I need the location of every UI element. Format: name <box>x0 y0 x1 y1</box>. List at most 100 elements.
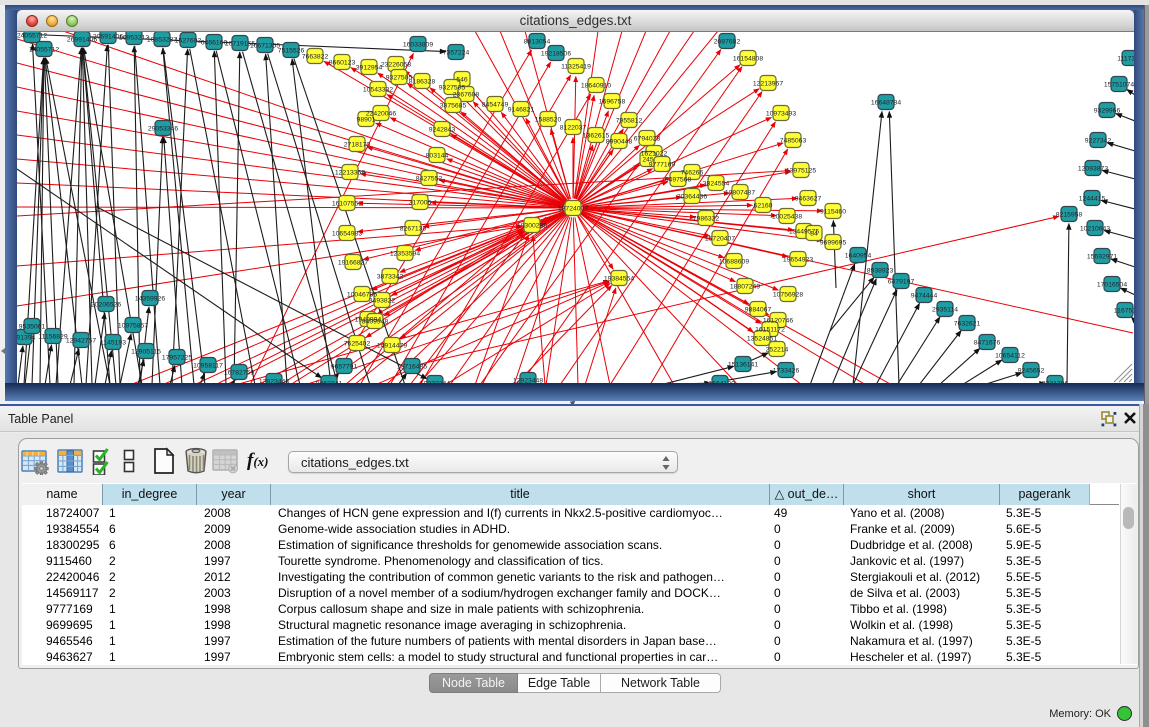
svg-text:9245652: 9245652 <box>1018 367 1045 374</box>
svg-text:8409948: 8409948 <box>362 318 389 325</box>
svg-text:14055712: 14055712 <box>29 46 59 53</box>
svg-text:8454749: 8454749 <box>482 101 509 108</box>
svg-text:7357224: 7357224 <box>443 49 470 56</box>
svg-text:9062341: 9062341 <box>316 380 343 383</box>
svg-text:16953212: 16953212 <box>119 34 149 41</box>
svg-text:8990448: 8990448 <box>606 138 633 145</box>
svg-text:2087682: 2087682 <box>714 38 741 45</box>
svg-text:3875685: 3875685 <box>440 102 467 109</box>
svg-text:9331786: 9331786 <box>1042 380 1069 383</box>
svg-text:8813054: 8813054 <box>524 38 551 45</box>
svg-text:20206526: 20206526 <box>91 301 121 308</box>
svg-text:29053346: 29053346 <box>148 125 178 132</box>
svg-text:10973493: 10973493 <box>766 110 796 117</box>
svg-text:12213967: 12213967 <box>753 80 783 87</box>
svg-text:16107552: 16107552 <box>332 200 362 207</box>
svg-text:16033809: 16033809 <box>403 41 433 48</box>
svg-text:8938923: 8938923 <box>867 267 894 274</box>
svg-text:8122037: 8122037 <box>560 124 587 131</box>
svg-text:62160: 62160 <box>754 202 773 209</box>
svg-text:9884067: 9884067 <box>745 306 772 313</box>
svg-text:10654112: 10654112 <box>995 352 1025 359</box>
svg-text:16120746: 16120746 <box>763 317 793 324</box>
svg-text:15692971: 15692971 <box>1087 253 1117 260</box>
svg-text:15751074: 15751074 <box>1104 81 1134 88</box>
svg-text:13524851: 13524851 <box>747 335 777 342</box>
svg-text:12213369: 12213369 <box>335 169 365 176</box>
svg-text:19384554: 19384554 <box>604 275 634 282</box>
svg-text:12905115: 12905115 <box>131 348 161 355</box>
svg-text:9535061: 9535061 <box>19 323 46 330</box>
svg-text:8660123: 8660123 <box>329 59 356 66</box>
svg-text:15136141: 15136141 <box>728 361 758 368</box>
svg-text:546: 546 <box>456 76 468 83</box>
svg-text:10975857: 10975857 <box>118 322 148 329</box>
svg-text:12353594: 12353594 <box>390 250 420 257</box>
svg-text:7485063: 7485063 <box>780 137 807 144</box>
svg-text:14359926: 14359926 <box>135 295 165 302</box>
svg-text:10756928: 10756928 <box>773 291 803 298</box>
svg-text:19166827: 19166827 <box>338 259 368 266</box>
svg-text:20364436: 20364436 <box>677 193 707 200</box>
svg-text:17016504: 17016504 <box>1097 281 1127 288</box>
svg-text:12923448: 12923448 <box>513 377 543 383</box>
svg-text:8186328: 8186328 <box>409 78 436 85</box>
svg-text:9699695: 9699695 <box>820 239 847 246</box>
svg-text:8215958: 8215958 <box>1056 211 1083 218</box>
svg-text:9115460: 9115460 <box>820 208 846 215</box>
svg-text:9474444: 9474444 <box>911 292 938 299</box>
svg-text:6794028: 6794028 <box>634 135 661 142</box>
svg-text:1640954: 1640954 <box>845 252 872 259</box>
svg-text:11664120: 11664120 <box>705 380 735 383</box>
svg-text:9777169: 9777169 <box>649 161 676 168</box>
svg-text:7625402: 7625402 <box>344 340 371 347</box>
svg-text:7955812: 7955812 <box>616 117 643 124</box>
svg-text:12942757: 12942757 <box>66 337 96 344</box>
svg-text:18807249: 18807249 <box>730 283 760 290</box>
svg-text:6466160: 6466160 <box>201 39 228 46</box>
svg-text:10232244: 10232244 <box>420 380 450 383</box>
svg-text:2935114: 2935114 <box>932 306 958 313</box>
svg-text:7632621: 7632621 <box>954 320 981 327</box>
svg-text:8471676: 8471676 <box>974 339 1001 346</box>
svg-text:10853287: 10853287 <box>147 36 177 43</box>
svg-text:15720407: 15720407 <box>705 235 735 242</box>
svg-text:1588520: 1588520 <box>535 116 562 123</box>
svg-text:9227342: 9227342 <box>1085 137 1112 144</box>
svg-text:98901: 98901 <box>357 116 376 123</box>
svg-text:803144: 803144 <box>426 152 449 159</box>
svg-text:3873342: 3873342 <box>377 273 404 280</box>
svg-text:317006: 317006 <box>409 199 432 206</box>
svg-text:1244415: 1244415 <box>1079 195 1106 202</box>
svg-text:9657791: 9657791 <box>331 363 358 370</box>
svg-text:84: 84 <box>810 230 818 237</box>
svg-text:22420046: 22420046 <box>366 110 396 117</box>
svg-text:16671355: 16671355 <box>250 42 280 49</box>
svg-text:1696758: 1696758 <box>599 98 626 105</box>
svg-text:24055712: 24055712 <box>17 32 47 39</box>
svg-text:16782759: 16782759 <box>224 369 254 376</box>
svg-text:9463627: 9463627 <box>795 195 822 202</box>
svg-text:10654983: 10654983 <box>332 230 362 237</box>
svg-text:3912954: 3912954 <box>356 64 383 71</box>
svg-text:9327505: 9327505 <box>439 84 466 91</box>
svg-text:1117304: 1117304 <box>1117 55 1134 62</box>
svg-text:7663822: 7663822 <box>302 53 329 60</box>
svg-text:10210643: 10210643 <box>1080 225 1110 232</box>
svg-text:6497568: 6497568 <box>665 176 692 183</box>
svg-text:10807487: 10807487 <box>725 189 755 196</box>
svg-text:11156829: 11156829 <box>38 333 67 340</box>
svg-text:746266: 746266 <box>681 169 704 176</box>
svg-text:7515526: 7515526 <box>278 47 305 54</box>
svg-text:15716485: 15716485 <box>397 363 427 370</box>
svg-text:6479197: 6479197 <box>888 278 915 285</box>
svg-text:9242843: 9242843 <box>429 126 456 133</box>
svg-text:9146821: 9146821 <box>508 106 535 113</box>
svg-text:1145193: 1145193 <box>100 339 126 346</box>
svg-text:16151172: 16151172 <box>755 326 785 333</box>
svg-text:18300295: 18300295 <box>517 222 547 229</box>
svg-text:3493822: 3493822 <box>369 297 396 304</box>
svg-text:8427552: 8427552 <box>416 175 443 182</box>
svg-text:12923448: 12923448 <box>259 378 289 383</box>
svg-text:8267130: 8267130 <box>400 225 427 232</box>
